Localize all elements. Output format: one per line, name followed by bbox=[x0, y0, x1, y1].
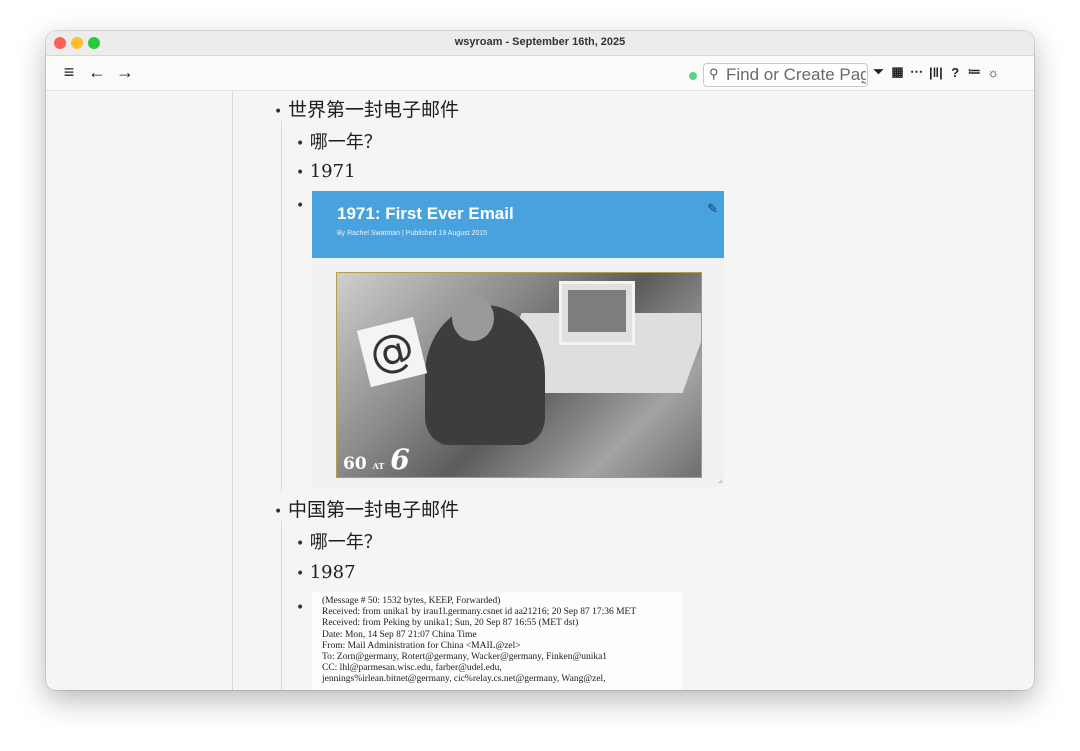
bullet-dot[interactable]: • bbox=[296, 136, 304, 152]
block-item[interactable]: • 哪一年？ bbox=[296, 128, 382, 154]
help-icon[interactable]: ? bbox=[949, 65, 962, 80]
email-line: To: Zorn@germany, Rotert@germany, Wacker… bbox=[322, 652, 608, 663]
article-title: 1971: First Ever Email bbox=[337, 204, 514, 223]
block-text: 世界第一封电子邮件 bbox=[288, 99, 460, 121]
block-text: 1987 bbox=[309, 562, 356, 583]
find-or-create-page-input[interactable] bbox=[726, 65, 866, 85]
block-item[interactable]: • bbox=[296, 194, 304, 215]
email-line: CC: lhl@parmesan.wisc.edu, farber@udel.e… bbox=[322, 663, 502, 674]
block-item[interactable]: • 1987 bbox=[296, 562, 356, 583]
at-sign-card: @ bbox=[356, 316, 428, 388]
theme-icon[interactable]: ☼ bbox=[987, 65, 1000, 80]
title-bar: wsyroam - September 16th, 2025 bbox=[46, 31, 1034, 56]
nav-controls: ≡ ← → bbox=[60, 62, 134, 83]
sync-status-dot bbox=[689, 72, 697, 80]
embedded-article-header[interactable]: 1971: First Ever Email By Rachel Swatman… bbox=[312, 191, 724, 258]
photo-head bbox=[452, 295, 494, 341]
top-toolbar: ≡ ← → ⚲ ⏷ ▦ ⋯ |‖| ? ≔ ☼ bbox=[46, 56, 1034, 91]
block-item[interactable]: • bbox=[296, 596, 304, 617]
block-children-line-1 bbox=[281, 121, 282, 491]
forward-arrow-icon[interactable]: → bbox=[116, 62, 134, 83]
app-window: wsyroam - September 16th, 2025 ≡ ← → ⚲ ⏷… bbox=[46, 31, 1034, 690]
email-line: Date: Mon, 14 Sep 87 21:07 China Time bbox=[322, 629, 477, 640]
article-meta: By Rachel Swatman | Published 19 August … bbox=[337, 230, 488, 237]
calendar-icon[interactable]: ▦ bbox=[891, 64, 904, 80]
email-line: Received: from unika1 by irau1l.germany.… bbox=[322, 607, 637, 618]
block-item[interactable]: • 1971 bbox=[296, 161, 356, 182]
bullet-dot[interactable]: • bbox=[296, 536, 304, 552]
back-arrow-icon[interactable]: ← bbox=[88, 62, 106, 83]
page-content: • 世界第一封电子邮件 • 哪一年？ • 1971 • 1971: First … bbox=[46, 91, 1034, 690]
edit-pencil-icon[interactable]: ✎ bbox=[707, 201, 718, 217]
block-text: 1971 bbox=[309, 161, 356, 182]
article-photo: @ 60 AT 6 bbox=[336, 272, 702, 478]
sixty-at-sixty-logo: 60 AT 6 bbox=[343, 443, 410, 476]
left-gutter-line bbox=[232, 91, 233, 690]
block-item[interactable]: • 中国第一封电子邮件 bbox=[274, 495, 459, 522]
embedded-article-body: @ 60 AT 6 ⌟ bbox=[312, 258, 724, 487]
bullet-dot[interactable]: • bbox=[296, 600, 304, 616]
hamburger-menu-icon[interactable]: ≡ bbox=[60, 62, 78, 83]
block-children-line-2 bbox=[281, 521, 282, 690]
block-text: 哪一年？ bbox=[309, 532, 382, 553]
outline-icon[interactable]: ≔ bbox=[968, 64, 981, 80]
bullet-dot[interactable]: • bbox=[274, 504, 282, 520]
block-text: 中国第一封电子邮件 bbox=[288, 499, 460, 521]
bullet-dot[interactable]: • bbox=[296, 165, 304, 181]
block-text: 哪一年？ bbox=[309, 132, 382, 153]
resize-handle-icon[interactable]: ⌟ bbox=[718, 474, 722, 485]
right-sidebar-icon[interactable]: |‖| bbox=[929, 65, 943, 80]
bullet-dot[interactable]: • bbox=[274, 104, 282, 120]
block-item[interactable]: • 世界第一封电子邮件 bbox=[274, 95, 459, 122]
search-icon: ⚲ bbox=[709, 66, 719, 81]
email-line: jennings%irlean.bitnet@germany, cic%rela… bbox=[322, 674, 606, 685]
email-line: Received: from Peking by unika1; Sun, 20… bbox=[322, 618, 579, 629]
more-icon[interactable]: ⋯ bbox=[910, 64, 923, 80]
block-item[interactable]: • 哪一年？ bbox=[296, 528, 382, 554]
email-scan-image: (Message # 50: 1532 bytes, KEEP, Forward… bbox=[312, 592, 682, 690]
window-title: wsyroam - September 16th, 2025 bbox=[454, 36, 626, 48]
search-box[interactable]: ⚲ bbox=[703, 63, 868, 87]
toolbar-actions: ⏷ ▦ ⋯ |‖| ? ≔ ☼ bbox=[872, 64, 1000, 80]
bullet-dot[interactable]: • bbox=[296, 198, 304, 214]
bullet-dot[interactable]: • bbox=[296, 566, 304, 582]
photo-monitor bbox=[559, 281, 635, 345]
email-line: (Message # 50: 1532 bytes, KEEP, Forward… bbox=[322, 596, 501, 606]
filter-icon[interactable]: ⏷ bbox=[872, 64, 885, 80]
email-line: From: Mail Administration for China <MAI… bbox=[322, 640, 521, 651]
